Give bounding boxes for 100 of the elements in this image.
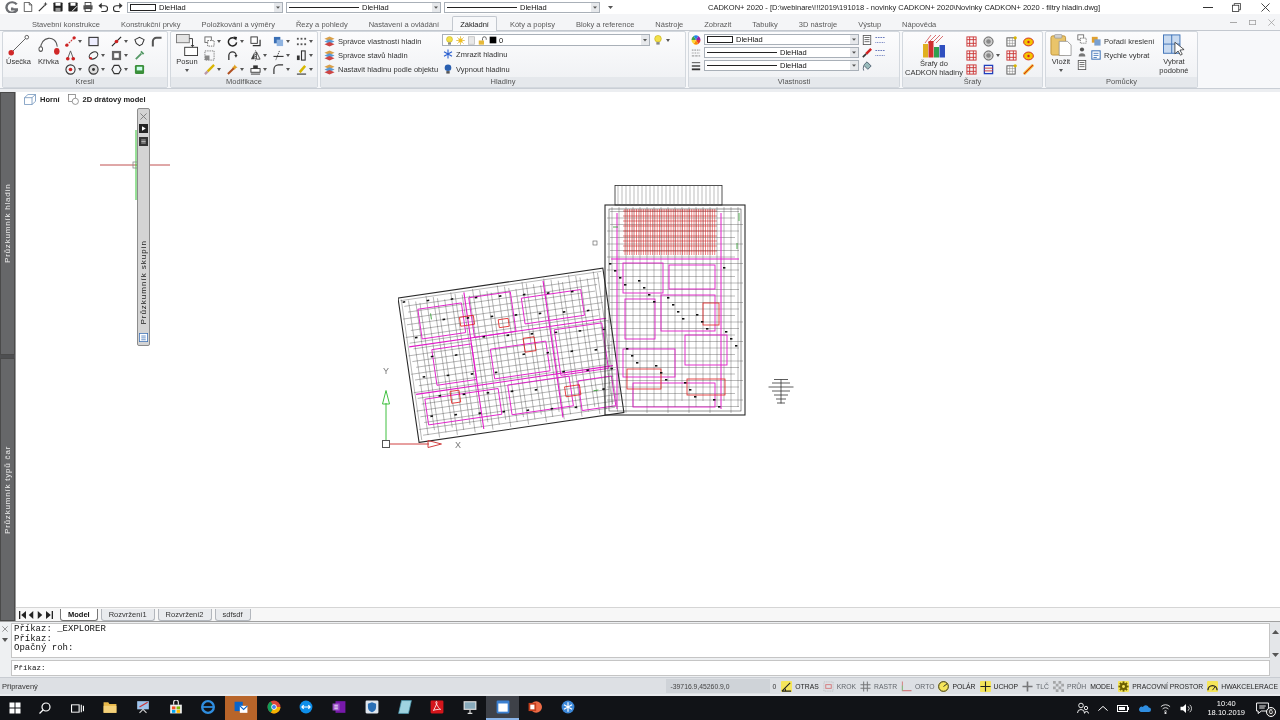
ring-icon[interactable] <box>983 35 994 47</box>
four-squares-icon[interactable] <box>8 702 21 714</box>
down-arrow-icon[interactable] <box>2 638 8 642</box>
light-bulb-icon[interactable] <box>653 35 664 45</box>
dot-grid-icon[interactable] <box>296 35 307 47</box>
person-icon[interactable] <box>1077 47 1087 57</box>
caret-icon[interactable] <box>309 53 313 57</box>
caret-icon[interactable] <box>286 53 290 57</box>
caret-icon[interactable] <box>286 39 290 43</box>
curved-arrow-icon[interactable] <box>227 49 238 61</box>
grid-sheet-icon[interactable] <box>1006 35 1017 47</box>
tile-icon[interactable] <box>134 63 145 75</box>
line-points-icon[interactable] <box>65 35 76 47</box>
rounded-corner-icon[interactable] <box>273 63 284 75</box>
new-file-icon[interactable] <box>23 2 33 12</box>
line-point-icon[interactable] <box>111 35 122 47</box>
restore-icon[interactable] <box>1232 2 1241 12</box>
people-icon[interactable] <box>1077 702 1090 714</box>
redo-icon[interactable] <box>113 2 123 12</box>
dashed-lines-icon[interactable] <box>875 48 885 58</box>
stamp-icon[interactable] <box>250 63 261 75</box>
close-icon[interactable] <box>1261 2 1270 12</box>
swirl-logo-icon[interactable] <box>4 1 18 13</box>
caret-icon[interactable] <box>666 38 671 42</box>
taskbar-button[interactable] <box>224 696 258 720</box>
copy-icon[interactable] <box>204 35 215 47</box>
scrollbar[interactable] <box>1270 622 1280 677</box>
minimize-icon[interactable] <box>1202 6 1213 8</box>
speaker-icon[interactable] <box>1180 702 1193 714</box>
dashed-square-icon[interactable] <box>204 49 215 61</box>
hatch-grid-icon[interactable] <box>966 35 977 47</box>
copy-icon[interactable] <box>1077 34 1087 44</box>
dashed-lines-icon[interactable] <box>875 35 885 45</box>
list-tile-icon[interactable] <box>139 137 148 146</box>
floppy-disk-pen-icon[interactable] <box>68 2 78 12</box>
pencil-line-icon[interactable] <box>296 63 307 75</box>
bend-icon[interactable] <box>151 35 162 47</box>
grid-sheet-icon[interactable] <box>1006 63 1017 75</box>
side-panel-tab[interactable]: Průzkumník hladin <box>0 92 15 355</box>
caret-icon[interactable] <box>608 5 613 9</box>
down-arrow-icon[interactable] <box>1271 653 1279 657</box>
search-icon[interactable] <box>39 702 51 714</box>
caret-icon[interactable] <box>124 67 128 71</box>
square-frame-icon[interactable] <box>111 49 122 61</box>
caret-icon[interactable] <box>217 67 221 71</box>
color-wheel-icon[interactable] <box>691 35 701 45</box>
crossing-lines-icon[interactable] <box>273 49 284 61</box>
circle-icon[interactable] <box>88 63 99 75</box>
rectangle-icon[interactable] <box>88 35 99 47</box>
hatch-grid-icon[interactable] <box>966 63 977 75</box>
overlapping-squares-icon[interactable] <box>273 35 284 47</box>
right-arrow-icon[interactable] <box>37 610 43 619</box>
list-sheet-icon[interactable] <box>1077 60 1087 70</box>
polygon-icon[interactable] <box>134 35 145 47</box>
play-tile-icon[interactable] <box>139 124 148 133</box>
battery-icon[interactable] <box>1117 704 1130 712</box>
caret-icon[interactable] <box>309 67 313 71</box>
caret-icon[interactable] <box>101 67 105 71</box>
last-arrow-icon[interactable] <box>45 610 53 619</box>
task-view-icon[interactable] <box>71 702 84 714</box>
slash-strip-icon[interactable] <box>1023 63 1034 75</box>
target-icon[interactable] <box>65 63 76 75</box>
blob-icon[interactable] <box>1023 49 1034 61</box>
point-pair-icon[interactable] <box>65 49 76 61</box>
side-panel-tab[interactable]: Průzkumník typů čar <box>0 358 15 621</box>
caret-icon[interactable] <box>78 67 82 71</box>
message-icon[interactable] <box>1256 702 1269 714</box>
caret-icon[interactable] <box>78 39 82 43</box>
paint-bucket-icon[interactable] <box>862 61 872 71</box>
list-sheet-icon[interactable] <box>862 35 872 45</box>
cloud-icon[interactable] <box>1138 704 1152 712</box>
hatch-frame-icon[interactable] <box>983 63 994 75</box>
caret-icon[interactable] <box>263 53 267 57</box>
undo-icon[interactable] <box>98 2 108 12</box>
brush-icon[interactable] <box>862 48 872 58</box>
wand-icon[interactable] <box>38 2 48 12</box>
square-corner-icon[interactable] <box>250 35 261 47</box>
mirror-triangles-icon[interactable] <box>250 49 261 61</box>
hatch-grid-icon[interactable] <box>966 49 977 61</box>
caret-icon[interactable] <box>996 53 1000 57</box>
caret-icon[interactable] <box>309 39 313 43</box>
hatch-grid-icon[interactable] <box>1006 49 1017 61</box>
first-arrow-icon[interactable] <box>18 610 26 619</box>
dotted-lines-icon[interactable] <box>691 48 701 58</box>
thick-lines-icon[interactable] <box>691 61 701 71</box>
taskbar-button[interactable] <box>486 696 519 720</box>
bars-icon[interactable] <box>296 49 307 61</box>
wifi-signal-icon[interactable] <box>1160 702 1172 714</box>
caret-icon[interactable] <box>240 67 244 71</box>
caret-icon[interactable] <box>240 39 244 43</box>
caret-icon[interactable] <box>217 39 221 43</box>
circular-arrow-icon[interactable] <box>227 35 238 47</box>
caret-icon[interactable] <box>286 67 290 71</box>
caret-icon[interactable] <box>101 53 105 57</box>
caret-icon[interactable] <box>124 53 128 57</box>
chevron-up-icon[interactable] <box>1098 705 1109 711</box>
ring-icon[interactable] <box>983 49 994 61</box>
list-sheet-icon[interactable] <box>139 333 148 342</box>
printer-icon[interactable] <box>83 2 93 12</box>
left-arrow-icon[interactable] <box>28 610 34 619</box>
